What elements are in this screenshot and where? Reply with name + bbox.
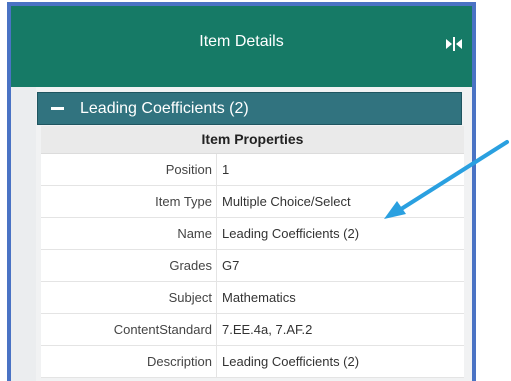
property-label: ContentStandard	[41, 314, 217, 345]
property-value: G7	[222, 258, 240, 273]
property-value: Multiple Choice/Select	[222, 194, 351, 209]
property-value: 7.EE.4a, 7.AF.2	[222, 322, 313, 337]
property-value: Leading Coefficients (2)	[222, 226, 360, 241]
collapse-panel-icon[interactable]	[445, 37, 463, 51]
property-row-grades: Grades G7	[41, 250, 464, 282]
property-label: Item Type	[41, 186, 217, 217]
panel-title: Item Details	[199, 33, 284, 50]
section-title: Leading Coefficients (2)	[80, 100, 249, 117]
property-label: Subject	[41, 282, 217, 313]
property-row-description: Description Leading Coefficients (2)	[41, 346, 464, 378]
property-label: Grades	[41, 250, 217, 281]
panel-left-gutter	[11, 87, 36, 381]
panel-body: Leading Coefficients (2) Item Properties…	[11, 87, 472, 381]
minus-icon	[51, 107, 64, 110]
property-row-name: Name Leading Coefficients (2)	[41, 218, 464, 250]
property-value: 1	[222, 162, 230, 177]
item-properties-table: Item Properties Position 1 Item Type Mul…	[41, 126, 464, 378]
panel-header: Item Details	[11, 6, 472, 87]
property-label: Position	[41, 154, 217, 185]
property-row-position: Position 1	[41, 154, 464, 186]
property-row-subject: Subject Mathematics	[41, 282, 464, 314]
property-value: Leading Coefficients (2)	[222, 354, 360, 369]
property-row-item-type: Item Type Multiple Choice/Select	[41, 186, 464, 218]
property-label: Name	[41, 218, 217, 249]
item-properties-heading: Item Properties	[41, 126, 464, 154]
property-row-content-standard: ContentStandard 7.EE.4a, 7.AF.2	[41, 314, 464, 346]
property-value: Mathematics	[222, 290, 296, 305]
section-header-leading-coefficients[interactable]: Leading Coefficients (2)	[37, 92, 462, 125]
property-label: Description	[41, 346, 217, 377]
item-details-window: Item Details Leading Coefficients (2) It…	[7, 2, 476, 381]
